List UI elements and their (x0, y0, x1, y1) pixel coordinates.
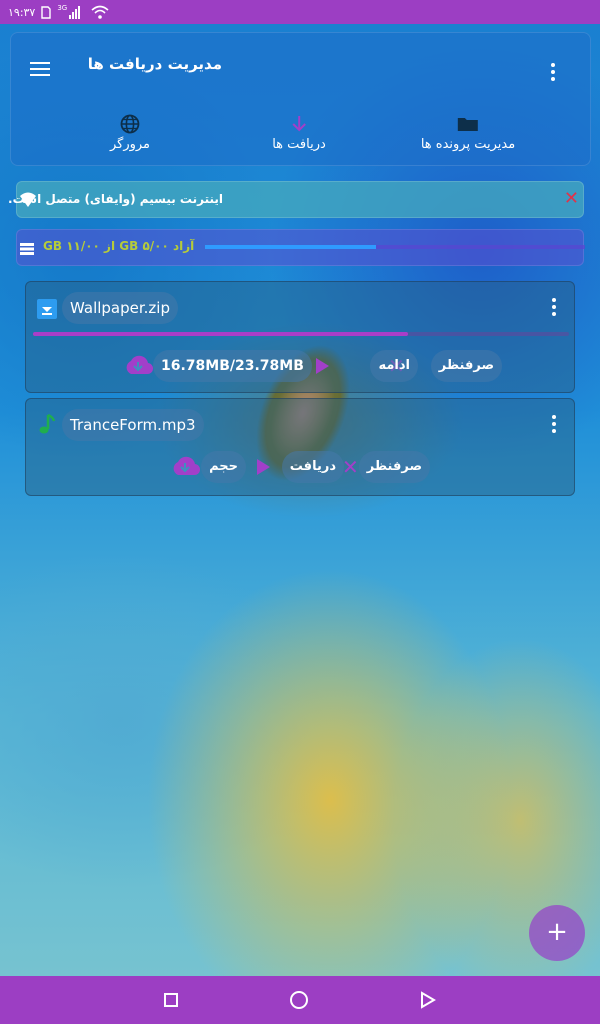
tab-downloads[interactable]: دریافت ها (272, 114, 326, 152)
page-title: مدیریت دریافت ها (87, 55, 222, 73)
recent-apps-icon[interactable] (164, 993, 178, 1007)
file-name: TranceForm.mp3 (62, 409, 204, 441)
sim-icon (41, 5, 52, 19)
storage-bar (205, 245, 585, 249)
resume-button[interactable]: ادامه (370, 350, 418, 382)
cancel-button[interactable]: صرفنظر (358, 451, 430, 483)
archive-file-icon (36, 298, 58, 324)
size-label: حجم (201, 451, 246, 483)
download-item[interactable]: TranceForm.mp3 صرفنظر ✕ دریافت حجم (25, 398, 575, 496)
download-item[interactable]: Wallpaper.zip صرفنظر ✕ ادامه 16.78MB/23.… (25, 281, 575, 393)
play-icon[interactable] (257, 459, 270, 475)
tab-browser[interactable]: مرورگر (110, 114, 150, 152)
status-bar: ۱۹:۳۷ 3G (0, 0, 600, 24)
item-menu-icon[interactable] (551, 415, 557, 433)
navigation-bar (0, 976, 600, 1024)
start-download-button[interactable]: دریافت (281, 451, 344, 483)
menu-icon[interactable] (30, 62, 52, 78)
download-arrow-icon (272, 114, 326, 134)
add-download-button[interactable]: + (529, 905, 585, 961)
download-progress (33, 332, 569, 336)
storage-icon (19, 241, 35, 260)
play-icon[interactable] (316, 358, 329, 374)
wifi-status-text: اینترنت بیسیم (وایفای) متصل است. (8, 192, 223, 206)
tab-downloads-label: دریافت ها (272, 137, 326, 152)
item-menu-icon[interactable] (551, 298, 557, 316)
cloud-download-icon[interactable] (170, 455, 201, 481)
file-name: Wallpaper.zip (62, 292, 178, 324)
wifi-status-icon (91, 5, 109, 19)
globe-icon (110, 114, 150, 134)
download-size: 16.78MB/23.78MB (153, 350, 312, 382)
folder-icon (421, 114, 515, 134)
storage-banner: آزاد ۵/۰۰ GB از ۱۱/۰۰ GB (16, 229, 585, 266)
home-icon[interactable] (290, 991, 308, 1009)
tab-file-manager-label: مدیریت پرونده ها (420, 137, 516, 152)
music-file-icon (36, 413, 58, 441)
wifi-status-banner: اینترنت بیسیم (وایفای) متصل است. ✕ (8, 181, 584, 218)
cloud-download-icon[interactable] (123, 354, 154, 380)
storage-bar-fill (205, 245, 376, 249)
close-icon[interactable]: ✕ (564, 190, 579, 208)
overflow-menu-icon[interactable] (550, 63, 556, 81)
signal-icon (69, 5, 85, 19)
network-type: 3G (57, 4, 68, 12)
status-time: ۱۹:۳۷ (8, 5, 36, 19)
back-icon[interactable] (420, 991, 436, 1013)
download-progress-fill (33, 332, 409, 336)
storage-text: آزاد ۵/۰۰ GB از ۱۱/۰۰ GB (43, 239, 195, 253)
tab-browser-label: مرورگر (109, 137, 151, 152)
cancel-button[interactable]: صرفنظر (430, 350, 502, 382)
cancel-icon[interactable]: ✕ (342, 457, 359, 477)
tab-file-manager[interactable]: مدیریت پرونده ها (421, 114, 515, 152)
